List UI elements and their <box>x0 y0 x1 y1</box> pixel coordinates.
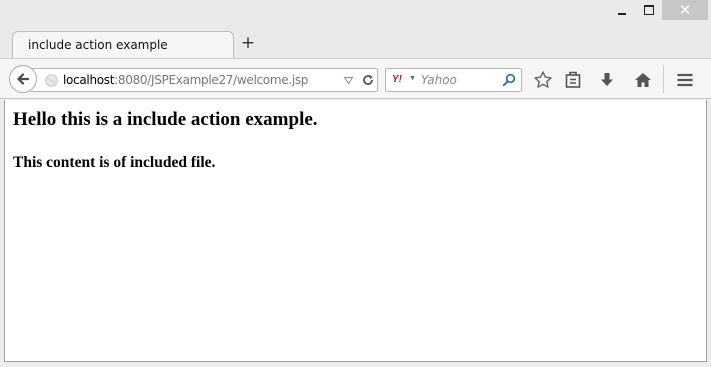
search-bar[interactable]: Y! ▼ Yahoo <box>385 68 522 92</box>
url-path: :8080/JSPExample27/welcome.jsp <box>114 73 309 87</box>
included-content-text: This content is of included file. <box>13 154 216 171</box>
menu-icon[interactable] <box>675 70 695 90</box>
back-button[interactable] <box>9 65 37 93</box>
back-arrow-icon <box>17 73 30 85</box>
maximize-icon <box>643 5 654 15</box>
close-icon: ✕ <box>678 2 692 19</box>
maximize-button[interactable] <box>635 0 662 20</box>
reload-icon[interactable] <box>361 73 375 87</box>
tab-strip: ✕ include action example + <box>0 0 711 59</box>
search-input[interactable]: Yahoo <box>421 73 457 87</box>
url-bar[interactable]: localhost:8080/JSPExample27/welcome.jsp <box>30 68 378 92</box>
minimize-icon <box>617 13 626 15</box>
window-controls: ✕ <box>608 0 708 20</box>
yahoo-logo-icon[interactable]: Y! <box>392 74 402 85</box>
engine-dropdown-icon[interactable]: ▼ <box>409 75 416 82</box>
new-tab-button[interactable]: + <box>240 34 256 52</box>
search-icon[interactable] <box>502 73 516 87</box>
page-content: Hello this is a include action example. … <box>4 100 707 362</box>
page-heading: Hello this is a include action example. <box>13 109 318 130</box>
url-host: localhost <box>63 73 115 87</box>
tab-active[interactable]: include action example <box>12 31 234 59</box>
navigation-toolbar: localhost:8080/JSPExample27/welcome.jsp … <box>0 58 711 99</box>
bookmarks-list-icon[interactable] <box>563 70 583 90</box>
home-icon[interactable] <box>633 70 653 90</box>
history-dropdown-icon[interactable] <box>343 75 354 86</box>
download-icon[interactable] <box>597 70 617 90</box>
tab-title: include action example <box>28 38 168 52</box>
globe-icon <box>45 74 58 87</box>
bookmark-star-icon[interactable] <box>533 70 553 90</box>
minimize-button[interactable] <box>608 0 635 20</box>
browser-window: ✕ include action example + localhost:808… <box>0 0 711 367</box>
close-window-button[interactable]: ✕ <box>662 0 708 20</box>
url-text[interactable]: localhost:8080/JSPExample27/welcome.jsp <box>63 73 308 87</box>
toolbar-separator <box>663 65 664 93</box>
